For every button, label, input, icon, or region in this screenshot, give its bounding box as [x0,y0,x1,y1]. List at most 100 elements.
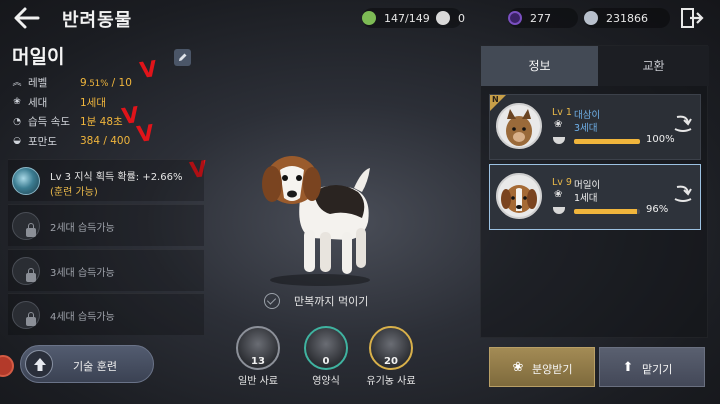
resource-energy-value: 147/149 [384,11,430,25]
pet-card-1-generation: 3세대 [574,123,598,134]
paw-icon: ❀ [554,189,563,200]
resource-orb-value: 277 [530,11,551,25]
back-button[interactable] [12,4,42,32]
pet-list-panel: 정보 교환 N Lv 1 대삼이 ❀ 3세대 100% Lv 9 머일이 ❀ 1… [480,45,709,338]
food-normal-name: 일반 사료 [238,376,278,387]
stat-generation: ❀ 세대 1세대 [12,93,202,113]
pet-card-2-name: 머일이 [574,180,601,191]
pet-card-1-action[interactable] [673,113,693,135]
arrow-left-icon [14,7,40,29]
stat-learn-speed-value: 1분 48초 [80,116,123,129]
pet-card-1-fullness-bar [574,139,640,144]
purple-orb-icon [508,11,522,25]
pet-portrait [496,103,542,149]
stat-generation-label: 세대 [28,96,48,109]
food-normal-count: 13 [251,356,265,367]
paw-icon: ❀ [13,97,21,108]
exit-door-icon [681,8,704,28]
entrust-button-label: 맡기기 [642,363,673,376]
pet-card-1-name: 대삼이 [574,110,601,121]
badge-icon [362,11,376,25]
dog-food-bowl-icon: 20 [369,326,413,370]
resource-silver: 231866 [584,8,670,28]
skill-slot-2-text: 2세대 습득가능 [50,223,115,234]
stat-learn-speed-label: 습득 속도 [28,116,70,129]
skill-slot-4: 4세대 습득가능 [8,293,204,335]
pet-card-2-level: Lv 9 [552,177,572,188]
skill-train-label: 기술 훈련 [73,360,117,373]
dog-food-bowl-icon: 0 [304,326,348,370]
pet-card-2[interactable]: Lv 9 머일이 ❀ 1세대 96% [489,164,701,230]
edit-name-button[interactable] [174,49,191,66]
paw-icon: ❀ [512,360,524,375]
pet-portrait [496,173,542,219]
skill-slot-3: 3세대 습득가능 [8,249,204,291]
stat-level-value: 9.51% / 10 [80,76,132,89]
food-organic-count: 20 [384,356,398,367]
silver-coin-icon [584,11,598,25]
side-menu-tab[interactable] [0,355,14,377]
skill-train-button[interactable]: 기술 훈련 [20,345,154,383]
tab-exchange[interactable]: 교환 [598,46,709,86]
skill-slot-2: 2세대 습득가능 [8,204,204,246]
pencil-icon [179,53,187,61]
skill-slot-1[interactable]: Lv 3 지식 획득 확률: +2.66% (훈련 가능) [8,159,204,201]
knowledge-skill-icon [12,167,40,195]
paw-icon: ❀ [554,119,563,130]
adopt-button[interactable]: ❀ 분양받기 [489,347,595,387]
resource-pearl-value: 0 [458,11,465,25]
checkbox-icon [264,293,280,309]
stat-level-label: 레벨 [28,77,48,90]
resource-silver-value: 231866 [606,11,648,25]
stat-fullness-value: 384 / 400 [80,135,131,148]
resource-orb: 277 [508,8,578,28]
bowl-icon [553,207,565,214]
top-bar: 반려동물 147/149 0 277 231866 [0,0,720,36]
skill-slot-3-text: 3세대 습득가능 [50,268,115,279]
lock-icon [26,223,36,237]
pet-card-2-generation: 1세대 [574,193,598,204]
timer-icon: ◔ [13,116,21,127]
arrow-up-icon [25,350,53,378]
food-normal[interactable]: 13 일반 사료 [229,326,287,387]
stat-fullness-label: 포만도 [28,135,57,148]
tab-info[interactable]: 정보 [481,46,598,86]
page-title: 반려동물 [62,10,133,31]
stat-level: ︽ 레벨 9.51% / 10 [12,73,202,93]
return-arrow-icon [674,115,692,132]
lock-icon [26,268,36,282]
feed-until-full-toggle[interactable]: 만복까지 먹이기 [264,293,368,309]
stat-fullness: ◒ 포만도 384 / 400 [12,132,202,152]
pet-card-1-fullness: 100% [646,134,675,145]
entrust-button[interactable]: ⬆ 맡기기 [599,347,705,387]
resource-pearl: 0 [436,8,465,28]
stat-generation-value: 1세대 [80,96,107,109]
pet-card-2-fullness-bar [574,209,640,214]
pearl-icon [436,11,450,25]
chevrons-up-icon: ︽ [12,77,22,88]
bowl-icon: ◒ [13,136,21,147]
lock-icon [26,312,36,326]
exit-button[interactable] [680,7,704,29]
skill-slot-1-status: (훈련 가능) [50,187,98,198]
stat-learn-speed: ◔ 습득 속도 1분 48초 [12,112,202,132]
pet-stats: ︽ 레벨 9.51% / 10 ❀ 세대 1세대 ◔ 습득 속도 1분 48초 … [12,73,202,151]
bowl-icon [553,137,565,144]
feed-until-full-label: 만복까지 먹이기 [294,295,369,308]
dog-food-bowl-icon: 13 [236,326,280,370]
food-organic-name: 유기농 사료 [366,376,416,387]
skill-slot-1-desc: Lv 3 지식 획득 확률: +2.66% [50,172,183,183]
house-arrow-icon: ⬆ [622,360,634,375]
food-nutrition[interactable]: 0 영양식 [297,326,355,387]
skill-slot-4-text: 4세대 습득가능 [50,312,115,323]
food-nutrition-count: 0 [322,356,330,367]
food-nutrition-name: 영양식 [312,376,340,387]
resource-energy: 147/149 [362,8,462,28]
pet-card-1[interactable]: N Lv 1 대삼이 ❀ 3세대 100% [489,94,701,160]
pet-card-2-fullness: 96% [646,204,669,215]
pet-dog-model [262,156,370,286]
pet-card-1-level: Lv 1 [552,107,572,118]
food-organic[interactable]: 20 유기농 사료 [362,326,420,387]
annotation-checkmark: V [138,56,159,85]
pet-card-2-action[interactable] [673,183,693,205]
